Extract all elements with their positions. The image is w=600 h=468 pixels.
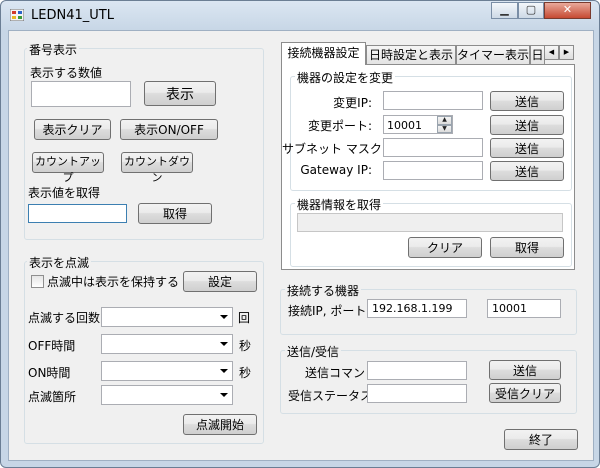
maximize-button[interactable]: ▢: [518, 2, 544, 19]
receive-status-label: 受信ステータス:: [288, 389, 377, 403]
show-button[interactable]: 表示: [144, 81, 216, 106]
device-info-title: 機器情報を取得: [295, 196, 384, 213]
gateway-ip-send-button[interactable]: 送信: [490, 161, 564, 181]
tab-datetime[interactable]: 日時設定と表示: [366, 45, 456, 65]
display-value-label: 表示する数値: [30, 66, 103, 80]
get-value-button[interactable]: 取得: [138, 203, 212, 224]
send-receive-group-title: 送信/受信: [285, 343, 342, 360]
change-port-label: 変更ポート:: [307, 119, 372, 133]
chevron-down-icon: [220, 315, 228, 319]
main-window: LEDN41_UTL ▁ ▢ ✕ 番号表示 表示する数値 表示 表示クリア 表示…: [0, 0, 600, 468]
change-ip-input[interactable]: [383, 91, 483, 110]
count-up-button[interactable]: カウントアップ: [32, 152, 104, 184]
tab-timer[interactable]: タイマー表示: [456, 45, 530, 65]
device-info-get-button[interactable]: 取得: [490, 237, 564, 258]
display-clear-button[interactable]: 表示クリア: [34, 119, 111, 140]
connect-label: 接続IP, ポート:: [288, 304, 371, 318]
send-command-input[interactable]: [367, 361, 467, 380]
device-info-display: [297, 213, 563, 232]
keep-display-label: 点滅中は表示を保持する: [47, 275, 180, 289]
subnet-mask-send-button[interactable]: 送信: [490, 138, 564, 158]
tab-scroll-right-button[interactable]: ▶: [559, 45, 574, 60]
receive-clear-button[interactable]: 受信クリア: [489, 383, 561, 403]
device-settings-title: 機器の設定を変更: [295, 69, 396, 86]
blink-count-label: 点滅する回数: [28, 311, 101, 325]
blink-group-title: 表示を点滅: [27, 254, 92, 271]
connect-ip-input[interactable]: [367, 299, 467, 318]
off-time-combo[interactable]: [101, 334, 233, 354]
gateway-ip-input[interactable]: [383, 161, 483, 180]
display-group-title: 番号表示: [27, 41, 80, 58]
get-value-input[interactable]: [28, 204, 127, 223]
change-port-send-button[interactable]: 送信: [490, 115, 564, 135]
on-time-unit: 秒: [239, 366, 252, 380]
change-port-spinner[interactable]: 10001 ▲ ▼: [383, 115, 453, 134]
blink-place-combo[interactable]: [101, 385, 233, 405]
title-bar[interactable]: LEDN41_UTL ▁ ▢ ✕: [1, 1, 599, 29]
chevron-left-icon: ◀: [548, 48, 555, 56]
blink-start-button[interactable]: 点滅開始: [183, 414, 257, 435]
spin-down-icon[interactable]: ▼: [437, 124, 452, 133]
connect-port-input[interactable]: [487, 299, 561, 318]
receive-status-input[interactable]: [367, 384, 467, 403]
minimize-button[interactable]: ▁: [491, 2, 518, 19]
on-time-label: ON時間: [28, 366, 71, 380]
display-value-input[interactable]: [31, 81, 131, 107]
on-time-combo[interactable]: [101, 361, 233, 381]
port-spinner-buttons[interactable]: ▲ ▼: [437, 116, 452, 133]
change-port-value: 10001: [387, 119, 422, 132]
display-onoff-button[interactable]: 表示ON/OFF: [120, 119, 218, 140]
close-button[interactable]: ✕: [544, 2, 591, 19]
connect-group-title: 接続する機器: [285, 282, 362, 299]
blink-place-label: 点滅箇所: [28, 390, 77, 404]
minimize-icon: ▁: [500, 3, 509, 16]
maximize-icon: ▢: [525, 3, 537, 16]
chevron-right-icon: ▶: [563, 48, 570, 56]
send-command-button[interactable]: 送信: [489, 360, 561, 380]
subnet-mask-input[interactable]: [383, 138, 483, 157]
gateway-ip-label: Gateway IP:: [300, 163, 372, 177]
blink-count-unit: 回: [238, 311, 251, 325]
keep-display-checkbox[interactable]: [31, 275, 44, 288]
app-icon: [10, 9, 24, 21]
exit-button[interactable]: 終了: [504, 429, 578, 450]
change-ip-label: 変更IP:: [333, 96, 372, 110]
change-ip-send-button[interactable]: 送信: [490, 91, 564, 111]
chevron-down-icon: [220, 369, 228, 373]
blink-count-combo[interactable]: [101, 307, 233, 327]
off-time-label: OFF時間: [28, 339, 76, 353]
blink-set-button[interactable]: 設定: [183, 271, 257, 292]
off-time-unit: 秒: [239, 339, 252, 353]
window-title: LEDN41_UTL: [31, 8, 114, 23]
spin-up-icon[interactable]: ▲: [437, 116, 452, 125]
subnet-mask-label: サブネット マスク:: [282, 142, 386, 156]
tab-scroll-left-button[interactable]: ◀: [544, 45, 559, 60]
get-value-label: 表示値を取得: [28, 186, 101, 200]
client-area: 番号表示 表示する数値 表示 表示クリア 表示ON/OFF カウントアップ カウ…: [8, 30, 594, 461]
chevron-down-icon: [220, 342, 228, 346]
close-icon: ✕: [562, 3, 573, 16]
tab-panel-device-settings: 機器の設定を変更 変更IP: 送信 変更ポート: 10001 ▲ ▼ 送信 サブ…: [281, 64, 575, 270]
chevron-down-icon: [220, 393, 228, 397]
tab-device-settings[interactable]: 接続機器設定: [281, 42, 366, 65]
device-info-clear-button[interactable]: クリア: [408, 237, 482, 258]
count-down-button[interactable]: カウントダウン: [121, 152, 193, 184]
tab-more[interactable]: 日: [530, 45, 545, 65]
